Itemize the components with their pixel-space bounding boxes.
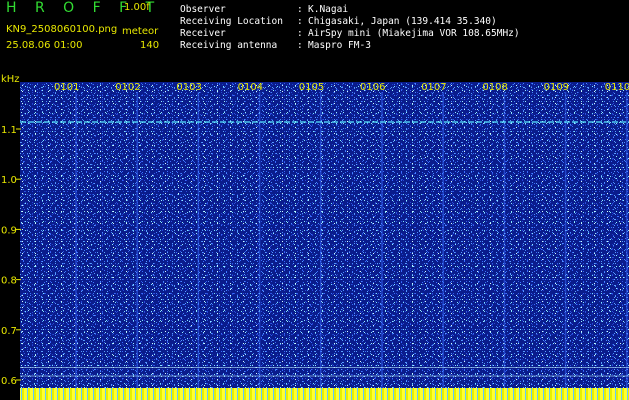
plot-noise-layer	[20, 82, 629, 390]
x-tick-label: 0109	[544, 82, 569, 93]
bottom-intensity-strip	[20, 388, 629, 400]
x-tick-label: 0105	[299, 82, 324, 93]
y-tick-label: 0.7	[1, 326, 17, 337]
y-tick-label: 1.0	[1, 175, 17, 186]
info-label-antenna: Receiving antenna	[180, 40, 278, 51]
y-axis-unit: kHz	[1, 74, 20, 85]
y-tick-label: 0.8	[1, 276, 17, 287]
x-tick-label: 0106	[360, 82, 385, 93]
date-time: 25.08.06 01:00	[6, 40, 83, 51]
sample-count: 140	[140, 40, 160, 51]
info-value-location: Chigasaki, Japan (139.414 35.340)	[308, 16, 497, 27]
x-tick-label: 0101	[54, 82, 79, 93]
x-tick-label: 0107	[421, 82, 446, 93]
y-axis-ticks: 1.1 1.0 0.9 0.8 0.7 0.6	[1, 125, 21, 387]
info-separator: :	[297, 40, 303, 51]
x-tick-label: 0108	[482, 82, 507, 93]
x-tick-label: 0110	[605, 82, 629, 93]
file-name: KN9_2508060100.png	[6, 24, 118, 35]
info-value-receiver: AirSpy mini (Miakejima VOR 108.65MHz)	[308, 28, 520, 39]
y-tick-label: 1.1	[1, 125, 17, 136]
info-label-location: Receiving Location	[180, 16, 283, 27]
info-label-receiver: Receiver	[180, 28, 226, 39]
info-separator: :	[297, 4, 303, 15]
app-version: 1.00f	[124, 2, 150, 13]
y-tick-label: 0.9	[1, 225, 17, 236]
mode-label: meteor	[122, 26, 159, 37]
y-tick-label: 0.6	[1, 376, 17, 387]
info-label-observer: Observer	[180, 4, 226, 15]
info-separator: :	[297, 28, 303, 39]
info-value-antenna: Maspro FM-3	[308, 40, 371, 51]
x-tick-label: 0103	[176, 82, 201, 93]
info-separator: :	[297, 16, 303, 27]
x-tick-label: 0102	[115, 82, 140, 93]
info-value-observer: K.Nagai	[308, 4, 349, 15]
x-tick-label: 0104	[238, 82, 263, 93]
spectrogram: kHz 1.1 1.0 0.9 0.8 0.7 0.6 0101 0102 0103 0104 0…	[1, 74, 629, 400]
